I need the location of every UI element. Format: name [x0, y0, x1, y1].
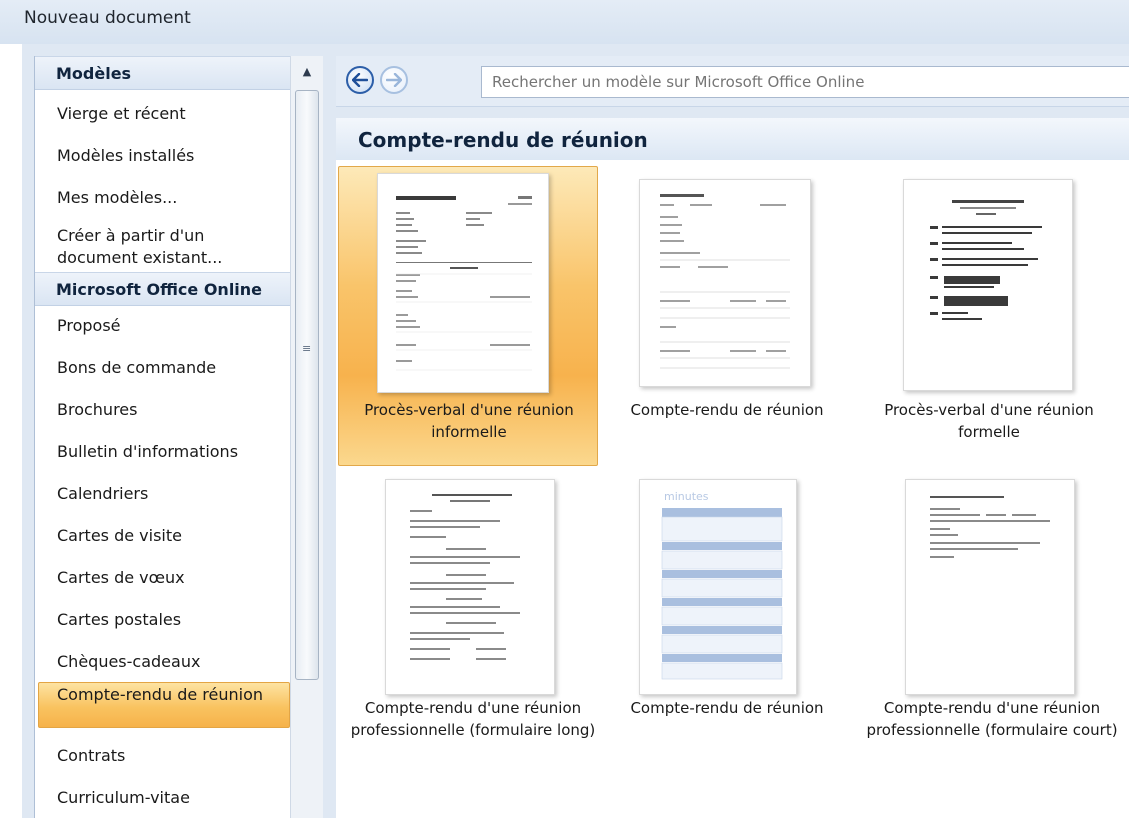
scrollbar-thumb[interactable]: ≡ — [295, 90, 319, 680]
template-tile[interactable]: Compte-rendu d'une réunion professionnel… — [858, 472, 1124, 772]
section-header-office-online: Microsoft Office Online — [35, 272, 291, 306]
template-tile[interactable]: Procès-verbal d'une réunion formelle — [858, 166, 1118, 466]
category-panel: Modèles Vierge et récent Modèles install… — [34, 56, 291, 818]
template-thumbnail — [903, 179, 1073, 391]
sidebar-item-meeting-minutes[interactable]: Compte-rendu de réunion — [38, 682, 290, 728]
sidebar-item-business-cards[interactable]: Cartes de visite — [38, 524, 290, 548]
sidebar-item-greeting-cards[interactable]: Cartes de vœux — [38, 566, 290, 590]
sidebar-item-postcards[interactable]: Cartes postales — [38, 608, 290, 632]
template-label: Compte-rendu de réunion — [630, 401, 824, 419]
template-tile[interactable]: Procès-verbal d'une réunion informelle — [338, 166, 598, 466]
back-arrow-icon[interactable] — [346, 66, 374, 94]
gallery-title: Compte-rendu de réunion — [336, 118, 1129, 160]
template-label: Compte-rendu d'une réunion professionnel… — [350, 699, 596, 739]
template-tile[interactable]: Compte-rendu d'une réunion professionnel… — [338, 472, 606, 772]
template-thumbnail — [377, 173, 549, 393]
grip-icon: ≡ — [302, 342, 312, 355]
template-label: Procès-verbal d'une réunion formelle — [884, 401, 1094, 441]
minutes-header-text: minutes — [664, 490, 709, 503]
sidebar-item-installed-templates[interactable]: Modèles installés — [38, 144, 290, 168]
search-toolbar — [336, 56, 1129, 107]
sidebar-item-gift-certificates[interactable]: Chèques-cadeaux — [38, 650, 290, 674]
template-tile[interactable]: Compte-rendu de réunion — [604, 166, 848, 466]
sidebar-item-resumes[interactable]: Curriculum-vitae — [38, 786, 290, 810]
sidebar-item-my-templates[interactable]: Mes modèles... — [38, 186, 290, 210]
forward-arrow-icon[interactable] — [380, 66, 408, 94]
sidebar-item-brochures[interactable]: Brochures — [38, 398, 290, 422]
template-thumbnail — [385, 479, 555, 695]
sidebar-item-featured[interactable]: Proposé — [38, 314, 290, 338]
template-thumbnail: minutes — [639, 479, 797, 695]
sidebar-item-newsletters[interactable]: Bulletin d'informations — [38, 440, 290, 464]
template-label: Procès-verbal d'une réunion informelle — [364, 401, 574, 441]
section-header-models: Modèles — [35, 56, 291, 90]
sidebar-item-calendars[interactable]: Calendriers — [38, 482, 290, 506]
template-tile[interactable]: minutes Compte-rendu de réunion — [604, 472, 848, 772]
category-scrollbar[interactable]: ▲ ≡ — [290, 56, 323, 818]
template-thumbnail — [639, 179, 811, 387]
sidebar-item-from-existing[interactable]: Créer à partir d'un document existant... — [38, 224, 278, 270]
template-search-input[interactable] — [481, 66, 1129, 98]
template-label: Compte-rendu d'une réunion professionnel… — [866, 699, 1118, 739]
sidebar-item-purchase-orders[interactable]: Bons de commande — [38, 356, 290, 380]
window-title: Nouveau document — [0, 0, 1129, 44]
sidebar-item-blank-recent[interactable]: Vierge et récent — [38, 102, 290, 126]
template-gallery: Compte-rendu de réunion Procès-verbal d'… — [336, 118, 1129, 818]
template-thumbnail — [905, 479, 1075, 695]
sidebar-item-contracts[interactable]: Contrats — [38, 744, 290, 768]
template-label: Compte-rendu de réunion — [630, 699, 824, 717]
scroll-up-arrow-icon[interactable]: ▲ — [293, 58, 321, 84]
